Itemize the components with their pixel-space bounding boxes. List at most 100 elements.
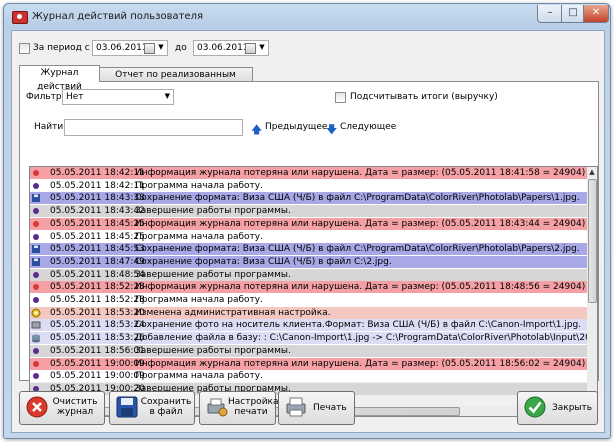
main-window: Журнал действий пользователя – □ ✕ За пе…	[3, 3, 611, 439]
print-button[interactable]: Печать	[278, 391, 355, 425]
date-from-picker[interactable]: 03.06.2011 ▼	[92, 40, 168, 56]
row-message: Сохранение фото на носитель клиента.Форм…	[135, 320, 582, 331]
table-row[interactable]: 05.05.2011 18:52:28 Информация журнала по…	[30, 281, 588, 294]
table-row[interactable]: 05.05.2011 18:42:11 Программа начала рабо…	[30, 179, 588, 192]
purple-dot-icon	[31, 295, 41, 305]
row-timestamp: 05.05.2011 18:42:11	[50, 168, 145, 178]
table-row[interactable]: 05.05.2011 18:43:38 Сохранение формата: В…	[30, 192, 588, 205]
row-message: Программа начала работу.	[135, 295, 263, 305]
purple-dot-icon	[31, 346, 41, 356]
table-row[interactable]: 05.05.2011 19:00:09 Информация журнала по…	[30, 357, 588, 370]
table-row[interactable]: 05.05.2011 18:53:24 Сохранение фото на но…	[30, 319, 588, 332]
table-row[interactable]: 05.05.2011 18:42:11 Информация журнала по…	[30, 167, 588, 179]
floppy-disk-icon	[31, 244, 41, 254]
row-timestamp: 05.05.2011 18:53:20	[50, 307, 145, 318]
row-message: Завершение работы программы.	[135, 206, 291, 217]
purple-dot-icon	[31, 371, 41, 381]
table-row[interactable]: 05.05.2011 18:45:53 Сохранение формата: В…	[30, 243, 588, 256]
red-dot-icon	[31, 168, 41, 178]
scroll-up-icon[interactable]: ▲	[587, 168, 597, 176]
row-message: Сохранение формата: Виза США (Ч/Б) в фай…	[135, 193, 580, 204]
log-table[interactable]: 05.05.2011 18:42:11 Информация журнала по…	[29, 166, 589, 408]
table-row[interactable]: 05.05.2011 18:56:01 Завершение работы про…	[30, 344, 588, 357]
date-to-picker[interactable]: 03.06.2011 ▼	[193, 40, 269, 56]
maximize-button[interactable]: □	[561, 5, 585, 23]
floppy-disk-icon	[116, 396, 138, 418]
row-message: Изменена административная настройка.	[135, 307, 331, 318]
date-to-label: до	[175, 43, 187, 53]
row-timestamp: 05.05.2011 19:00:09	[50, 358, 145, 369]
close-button[interactable]: Закрыть	[517, 391, 598, 425]
client-area: За период с 03.06.2011 ▼ до 03.06.2011 ▼…	[11, 30, 605, 433]
totals-label: Подсчитывать итоги (выручку)	[350, 92, 498, 102]
floppy-disk-icon	[31, 257, 41, 267]
checkmark-icon	[524, 396, 546, 418]
row-timestamp: 05.05.2011 18:53:26	[50, 333, 145, 344]
window-title: Журнал действий пользователя	[32, 11, 204, 22]
table-row[interactable]: 05.05.2011 18:52:28 Программа начала рабо…	[30, 294, 588, 306]
row-timestamp: 05.05.2011 18:56:01	[50, 345, 145, 356]
purple-dot-icon	[31, 206, 41, 216]
floppy-disk-icon	[31, 193, 41, 203]
row-timestamp: 05.05.2011 18:48:54	[50, 269, 145, 280]
row-timestamp: 05.05.2011 18:52:28	[50, 295, 145, 305]
vertical-scroll-thumb[interactable]	[588, 179, 597, 303]
table-row[interactable]: 05.05.2011 18:43:42 Завершение работы про…	[30, 205, 588, 218]
print-setup-button[interactable]: Настройка печати	[199, 391, 279, 425]
print-setup-label-line2: печати	[234, 407, 268, 417]
table-row[interactable]: 05.05.2011 18:48:54 Завершение работы про…	[30, 268, 588, 281]
row-timestamp: 05.05.2011 18:45:53	[50, 244, 145, 255]
chevron-down-icon: ▼	[164, 92, 170, 100]
printer-icon	[286, 397, 306, 417]
find-previous-link[interactable]: Предыдущее	[265, 122, 327, 132]
table-row[interactable]: 05.05.2011 18:45:25 Информация журнала по…	[30, 217, 588, 230]
tab-action-log[interactable]: Журнал действий	[19, 65, 100, 92]
tab-panel: Фильтр: Нет ▼ Подсчитывать итоги (выручк…	[19, 81, 599, 417]
red-dot-icon	[31, 282, 41, 292]
table-row[interactable]: 05.05.2011 18:45:25 Программа начала рабо…	[30, 230, 588, 243]
clear-log-button[interactable]: Очистить журнал	[19, 391, 105, 425]
table-row[interactable]: 05.05.2011 18:47:49 Сохранение формата: В…	[30, 255, 588, 268]
client-media-icon	[31, 320, 41, 330]
table-row[interactable]: 05.05.2011 18:53:26 Добавление файла в ба…	[30, 332, 588, 345]
arrow-up-icon[interactable]: 🡅	[251, 121, 262, 140]
save-label-line1: Сохранить	[140, 397, 192, 407]
save-to-file-button[interactable]: Сохранить в файл	[109, 391, 195, 425]
purple-dot-icon	[31, 181, 41, 191]
close-window-button[interactable]: ✕	[583, 5, 609, 23]
arrow-down-icon[interactable]: 🡇	[326, 121, 337, 140]
row-message: Завершение работы программы.	[135, 269, 291, 280]
purple-dot-icon	[31, 232, 41, 242]
calendar-icon[interactable]	[245, 43, 256, 54]
calendar-icon[interactable]	[144, 43, 155, 54]
clear-log-label-line2: журнал	[56, 407, 94, 417]
row-timestamp: 05.05.2011 18:42:11	[50, 180, 145, 191]
database-add-icon	[31, 333, 41, 343]
print-setup-label-line1: Настройка	[228, 397, 279, 407]
row-timestamp: 05.05.2011 18:52:28	[50, 282, 145, 293]
search-input[interactable]	[64, 119, 243, 136]
red-dot-icon	[31, 359, 41, 369]
purple-dot-icon	[31, 270, 41, 280]
vertical-scrollbar[interactable]: ▲ ▼	[587, 166, 598, 408]
row-timestamp: 05.05.2011 18:43:38	[50, 193, 145, 204]
period-checkbox[interactable]	[19, 43, 30, 54]
find-next-link[interactable]: Следующее	[340, 122, 396, 132]
printer-settings-icon	[207, 398, 228, 417]
tab-kit-sales-report[interactable]: Отчет по реализованным комплектам	[98, 67, 253, 94]
totals-checkbox[interactable]	[335, 92, 346, 103]
chevron-down-icon[interactable]: ▼	[156, 43, 166, 51]
table-row[interactable]: 05.05.2011 19:00:09 Программа начала рабо…	[30, 370, 588, 383]
print-label: Печать	[313, 403, 347, 413]
table-row[interactable]: 05.05.2011 18:53:20 Изменена администрати…	[30, 306, 588, 319]
row-message: Добавление файла в базу: : C:\Canon-Impo…	[135, 333, 588, 344]
close-label: Закрыть	[552, 403, 593, 413]
app-camera-icon	[12, 11, 28, 24]
row-message: Информация журнала потеряна или нарушена…	[135, 282, 588, 293]
row-message: Сохранение формата: Виза США (Ч/Б) в фай…	[135, 244, 580, 255]
minimize-button[interactable]: –	[537, 5, 563, 23]
row-message: Информация журнала потеряна или нарушена…	[135, 218, 588, 229]
row-message: Программа начала работу.	[135, 180, 263, 191]
title-bar[interactable]: Журнал действий пользователя – □ ✕	[4, 4, 610, 30]
chevron-down-icon[interactable]: ▼	[257, 43, 267, 51]
